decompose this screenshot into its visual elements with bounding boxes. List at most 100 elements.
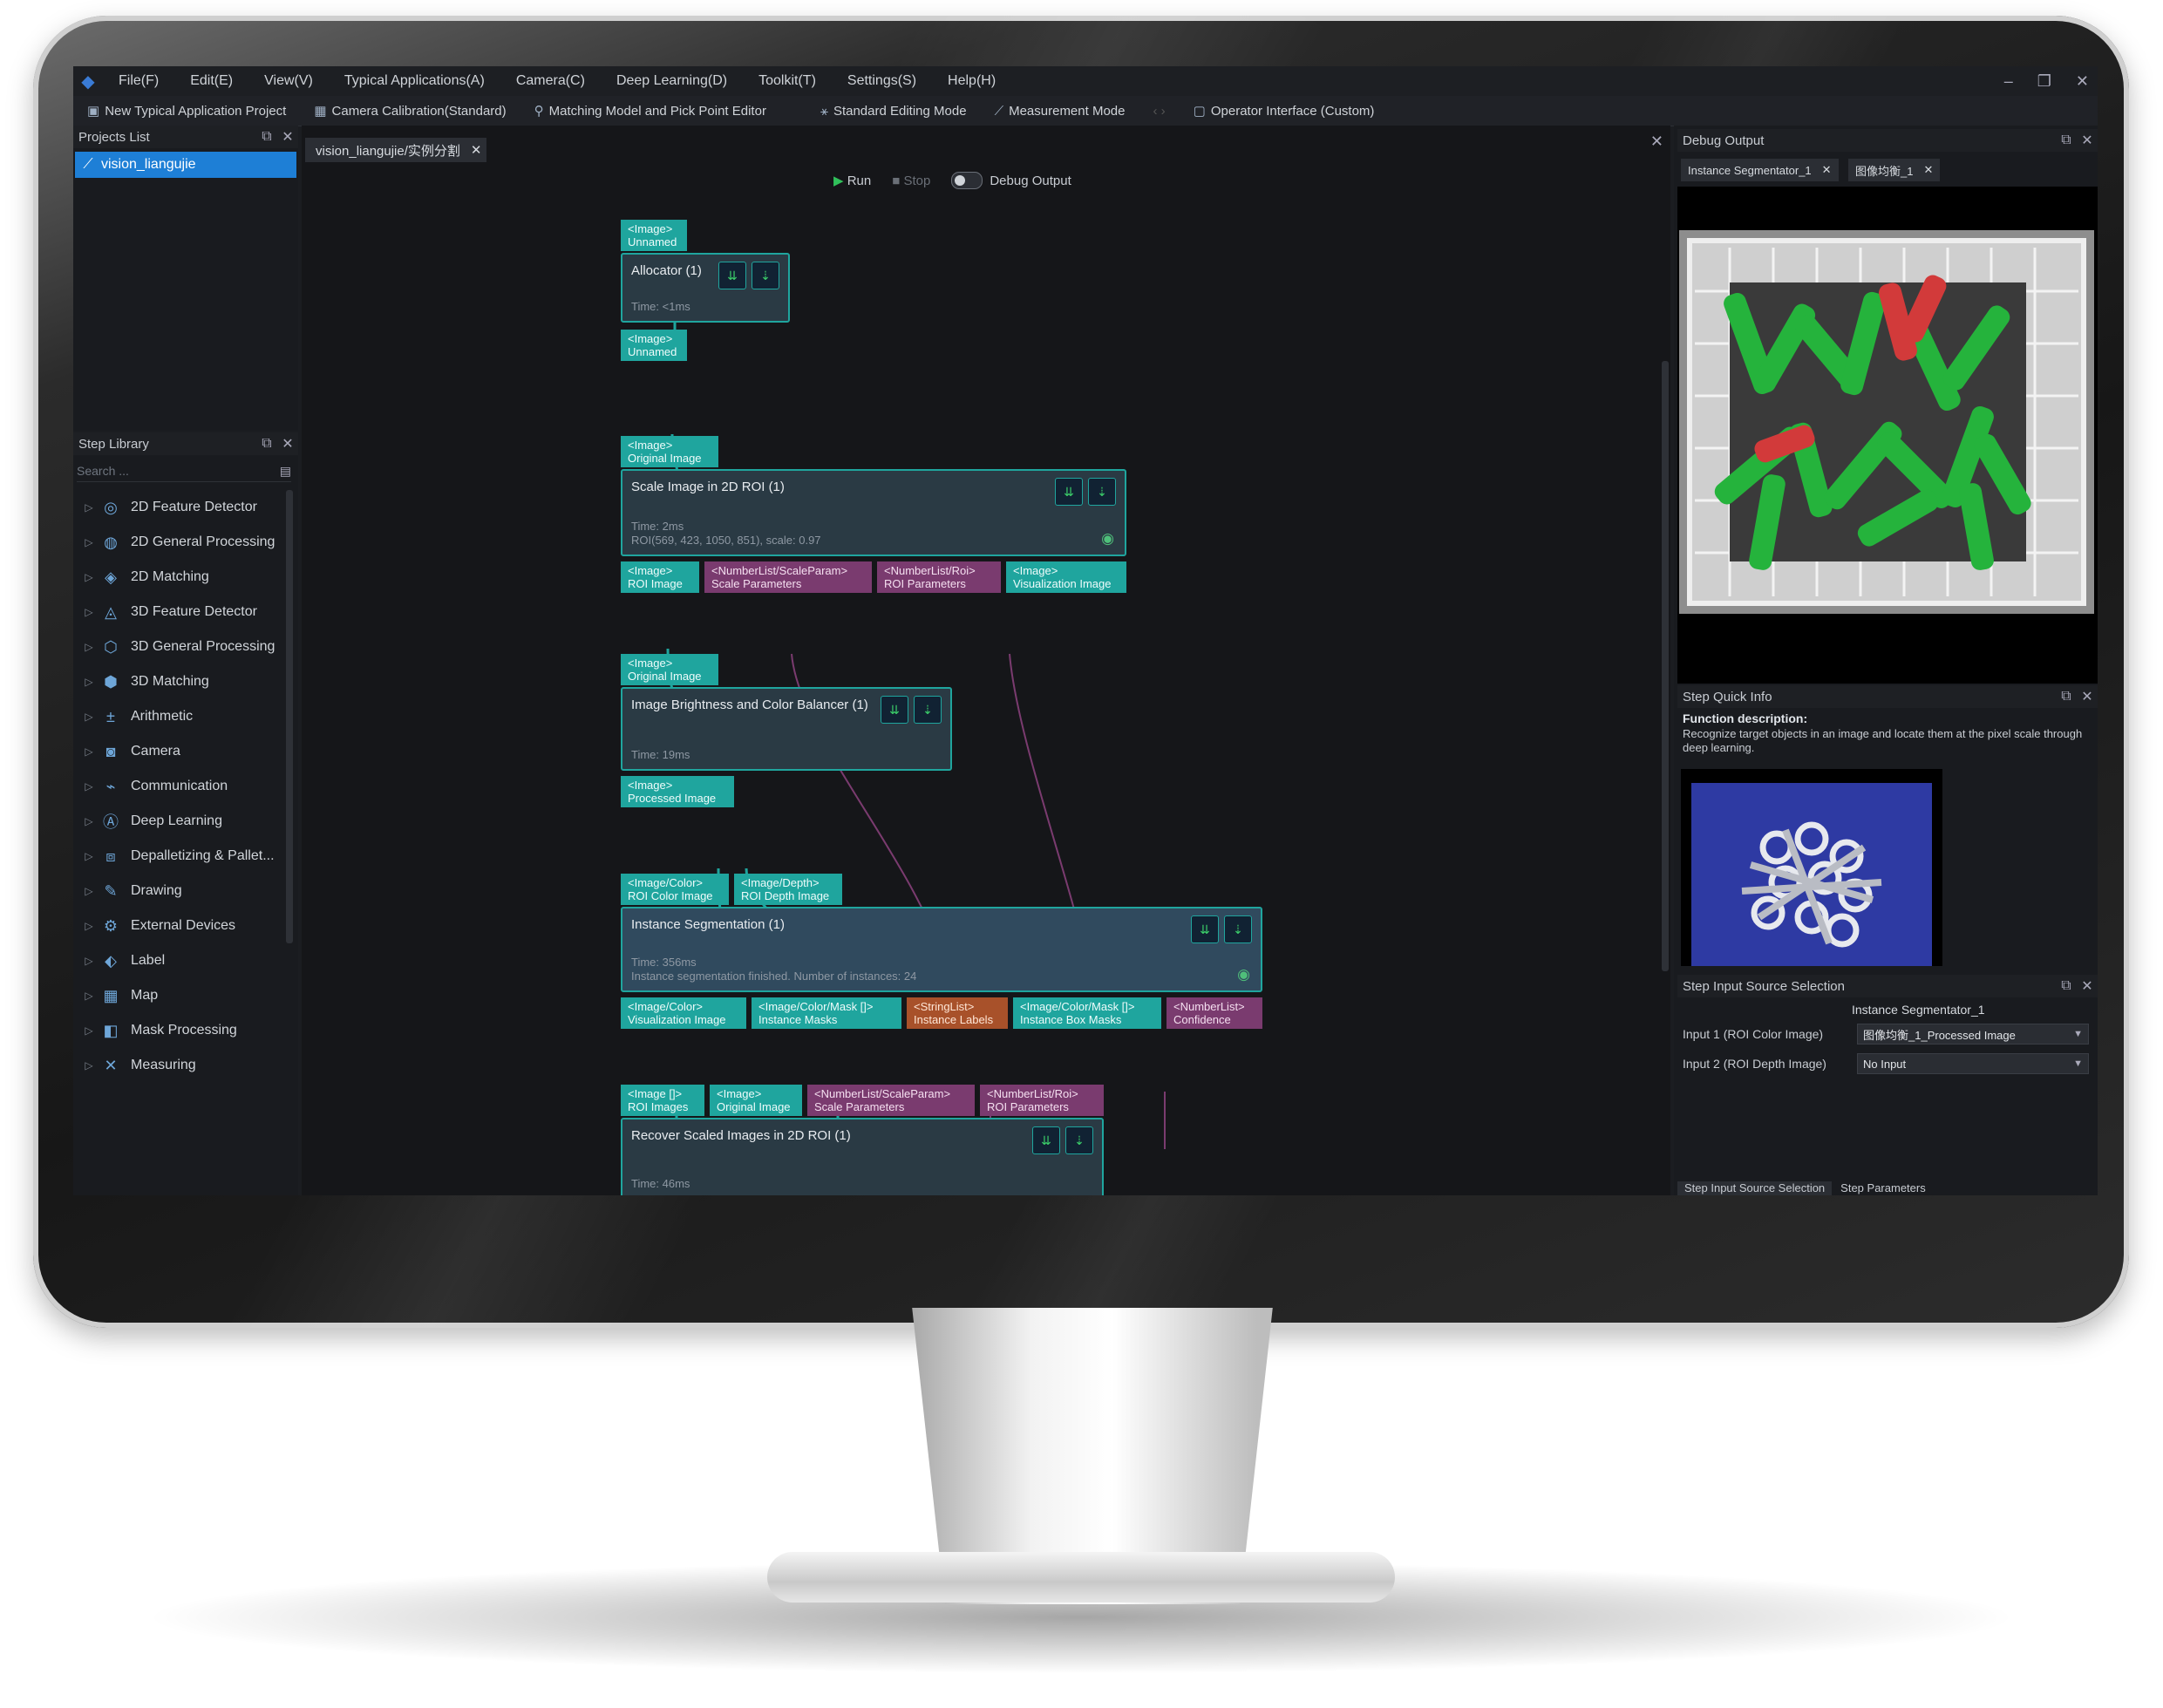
camera-calibration-button[interactable]: ▦ Camera Calibration(Standard) — [300, 103, 520, 119]
expand-arrow-icon[interactable]: ▷ — [80, 536, 98, 548]
expand-arrow-icon[interactable]: ▷ — [80, 606, 98, 618]
expand-arrow-icon[interactable]: ▷ — [80, 850, 98, 862]
project-item[interactable]: ⟋ vision_liangujie — [75, 152, 296, 178]
port-recover-in-2[interactable]: <Image> Original Image — [710, 1085, 802, 1116]
close-icon[interactable]: ✕ — [2077, 688, 2098, 705]
port-recover-in-3[interactable]: <NumberList/ScaleParam> Scale Parameters — [807, 1085, 975, 1116]
expand-arrow-icon[interactable]: ▷ — [80, 641, 98, 653]
step-category-item[interactable]: ▷ ✕ Measuring — [73, 1048, 279, 1083]
float-icon[interactable]: ⧉ — [2056, 689, 2077, 704]
expand-arrow-icon[interactable]: ▷ — [80, 955, 98, 967]
step-category-item[interactable]: ▷ ▦ Map — [73, 978, 279, 1013]
menu-help[interactable]: Help(H) — [932, 73, 1011, 89]
debug-pin-icon[interactable]: ⇣ — [914, 696, 942, 724]
eye-icon[interactable]: ◉ — [1237, 966, 1250, 983]
port-allocator-out[interactable]: <Image> Unnamed — [621, 330, 687, 361]
step-category-item[interactable]: ▷ ± Arithmetic — [73, 699, 279, 734]
close-window-icon[interactable]: ✕ — [2076, 72, 2089, 91]
node-recover-scaled-images[interactable]: Recover Scaled Images in 2D ROI (1) Time… — [621, 1118, 1104, 1195]
port-seg-out-5[interactable]: <NumberList> Confidence — [1167, 997, 1262, 1029]
port-scale-out-2[interactable]: <NumberList/ScaleParam> Scale Parameters — [704, 561, 872, 593]
new-project-button[interactable]: ▣ New Typical Application Project — [73, 103, 300, 119]
node-instance-segmentation[interactable]: Instance Segmentation (1) Time: 356ms Ins… — [621, 907, 1262, 992]
port-seg-in-2[interactable]: <Image/Depth> ROI Depth Image — [734, 874, 842, 905]
scrollbar[interactable] — [286, 490, 293, 943]
node-allocator[interactable]: Allocator (1) Time: <1ms ⇊ ⇣ — [621, 253, 790, 323]
node-brightness-balancer[interactable]: Image Brightness and Color Balancer (1) … — [621, 687, 952, 771]
step-category-item[interactable]: ▷ ⬢ 3D Matching — [73, 664, 279, 699]
menu-deep-learning[interactable]: Deep Learning(D) — [601, 73, 743, 89]
float-icon[interactable]: ⧉ — [2056, 133, 2077, 148]
expand-arrow-icon[interactable]: ▷ — [80, 676, 98, 688]
menu-toolkit[interactable]: Toolkit(T) — [743, 73, 832, 89]
step-category-item[interactable]: ▷ Ⓐ Deep Learning — [73, 804, 279, 839]
menu-camera[interactable]: Camera(C) — [500, 73, 601, 89]
debug-tab-balancer[interactable]: 图像均衡_1 ✕ — [1848, 159, 1941, 181]
matching-model-button[interactable]: ⚲ Matching Model and Pick Point Editor — [520, 103, 780, 119]
debug-pin-icon[interactable]: ⇣ — [1088, 478, 1116, 506]
port-scale-in[interactable]: <Image> Original Image — [621, 436, 718, 467]
breakpoint-icon[interactable]: ⇊ — [1191, 915, 1219, 943]
expand-arrow-icon[interactable]: ▷ — [80, 745, 98, 758]
restore-icon[interactable]: ❐ — [2037, 72, 2051, 91]
close-tab-icon[interactable]: ✕ — [1822, 163, 1832, 177]
menu-edit[interactable]: Edit(E) — [174, 73, 248, 89]
operator-interface-button[interactable]: ▢ Operator Interface (Custom) — [1180, 103, 1389, 119]
step-category-item[interactable]: ▷ ◈ 2D Matching — [73, 560, 279, 595]
close-icon[interactable]: ✕ — [277, 435, 298, 453]
port-seg-out-4[interactable]: <Image/Color/Mask []> Instance Box Masks — [1013, 997, 1161, 1029]
debug-pin-icon[interactable]: ⇣ — [1224, 915, 1252, 943]
debug-pin-icon[interactable]: ⇣ — [1065, 1126, 1093, 1154]
eye-icon[interactable]: ◉ — [1101, 530, 1114, 548]
port-recover-in-4[interactable]: <NumberList/Roi> ROI Parameters — [980, 1085, 1104, 1116]
step-category-item[interactable]: ▷ ⬖ Label — [73, 943, 279, 978]
graph-canvas[interactable]: vision_liangujie/实例分割 ✕ ✕ ▶ Run ■ Stop D… — [302, 126, 1670, 1195]
expand-arrow-icon[interactable]: ▷ — [80, 1024, 98, 1037]
menu-typical-applications[interactable]: Typical Applications(A) — [329, 73, 500, 89]
port-scale-out-3[interactable]: <NumberList/Roi> ROI Parameters — [877, 561, 1001, 593]
step-category-item[interactable]: ▷ ◧ Mask Processing — [73, 1013, 279, 1048]
port-scale-out-4[interactable]: <Image> Visualization Image — [1006, 561, 1126, 593]
close-icon[interactable]: ✕ — [277, 128, 298, 146]
step-category-item[interactable]: ▷ ⚙ External Devices — [73, 908, 279, 943]
debug-pin-icon[interactable]: ⇣ — [752, 262, 779, 289]
canvas-scrollbar[interactable] — [1662, 361, 1669, 971]
step-category-item[interactable]: ▷ ⬡ 3D General Processing — [73, 629, 279, 664]
port-scale-out-1[interactable]: <Image> ROI Image — [621, 561, 699, 593]
expand-arrow-icon[interactable]: ▷ — [80, 815, 98, 827]
minimize-icon[interactable]: – — [2004, 72, 2013, 91]
expand-arrow-icon[interactable]: ▷ — [80, 780, 98, 793]
expand-arrow-icon[interactable]: ▷ — [80, 1059, 98, 1072]
undo-redo-buttons[interactable]: ‹ › — [1139, 104, 1179, 119]
port-seg-out-2[interactable]: <Image/Color/Mask []> Instance Masks — [752, 997, 901, 1029]
port-recover-in-1[interactable]: <Image []> ROI Images — [621, 1085, 704, 1116]
menu-file[interactable]: File(F) — [103, 73, 174, 89]
standard-mode-button[interactable]: ⚹ Standard Editing Mode — [806, 104, 981, 119]
expand-arrow-icon[interactable]: ▷ — [80, 501, 98, 514]
step-category-item[interactable]: ▷ ◬ 3D Feature Detector — [73, 595, 279, 629]
step-category-item[interactable]: ▷ ✎ Drawing — [73, 874, 279, 908]
tab-step-input-source[interactable]: Step Input Source Selection — [1677, 1181, 1833, 1195]
expand-arrow-icon[interactable]: ▷ — [80, 571, 98, 583]
port-seg-in-1[interactable]: <Image/Color> ROI Color Image — [621, 874, 729, 905]
float-icon[interactable]: ⧉ — [256, 129, 277, 145]
port-seg-out-3[interactable]: <StringList> Instance Labels — [907, 997, 1008, 1029]
expand-arrow-icon[interactable]: ▷ — [80, 990, 98, 1002]
step-category-item[interactable]: ▷ ◍ 2D General Processing — [73, 525, 279, 560]
breakpoint-icon[interactable]: ⇊ — [1055, 478, 1083, 506]
input2-select[interactable]: No Input ▼ — [1857, 1053, 2089, 1074]
expand-arrow-icon[interactable]: ▷ — [80, 885, 98, 897]
close-icon[interactable]: ✕ — [2077, 977, 2098, 995]
port-brightness-in[interactable]: <Image> Original Image — [621, 654, 718, 685]
port-seg-out-1[interactable]: <Image/Color> Visualization Image — [621, 997, 746, 1029]
step-category-item[interactable]: ▷ ◎ 2D Feature Detector — [73, 490, 279, 525]
step-category-item[interactable]: ▷ ⌁ Communication — [73, 769, 279, 804]
expand-arrow-icon[interactable]: ▷ — [80, 920, 98, 932]
port-brightness-out[interactable]: <Image> Processed Image — [621, 776, 734, 807]
node-scale-image[interactable]: Scale Image in 2D ROI (1) Time: 2ms ROI(5… — [621, 469, 1126, 556]
tab-step-parameters[interactable]: Step Parameters — [1833, 1181, 1933, 1195]
float-icon[interactable]: ⧉ — [256, 436, 277, 452]
expand-arrow-icon[interactable]: ▷ — [80, 711, 98, 723]
debug-tab-segmentator[interactable]: Instance Segmentator_1 ✕ — [1681, 159, 1839, 181]
step-category-item[interactable]: ▷ ⧈ Depalletizing & Pallet... — [73, 839, 279, 874]
